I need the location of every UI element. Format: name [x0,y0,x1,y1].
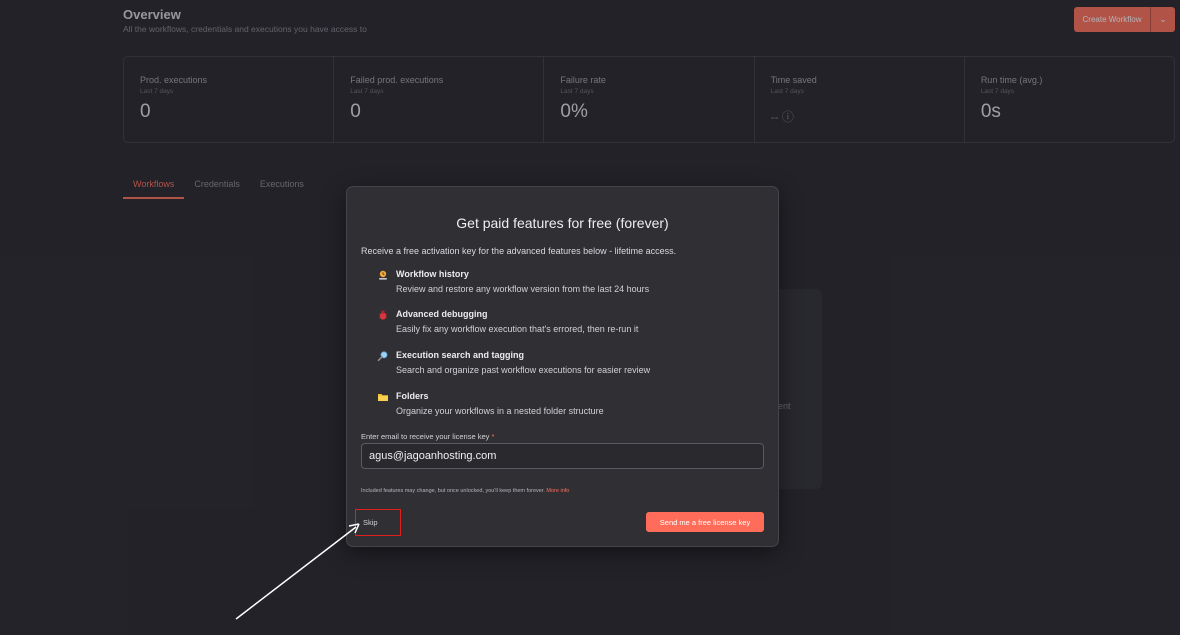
modal-intro: Receive a free activation key for the ad… [361,246,677,256]
feature-description: Easily fix any workflow execution that's… [396,324,639,334]
disclaimer: Included features may change, but once u… [361,488,569,494]
modal-title: Get paid features for free (forever) [456,215,669,231]
feature-title: Folders [396,391,429,401]
more-info-link[interactable]: More info [546,488,569,494]
feature-description: Search and organize past workflow execut… [396,365,651,375]
feature-title: Advanced debugging [396,309,488,319]
email-label: Enter email to receive your license key … [361,432,494,441]
required-marker: * [491,432,495,441]
feature-title: Execution search and tagging [396,350,525,360]
magnifier-icon [377,351,388,362]
feature-title: Workflow history [396,269,469,279]
folder-icon [378,394,388,401]
history-icon [379,270,387,280]
bug-icon [378,310,388,320]
disclaimer-text: Included features may change, but once u… [361,488,545,494]
email-label-text: Enter email to receive your license key [361,432,490,441]
send-license-key-button[interactable]: Send me a free license key [646,512,764,532]
feature-description: Organize your workflows in a nested fold… [396,406,604,416]
email-field[interactable] [361,443,764,469]
license-modal: Get paid features for free (forever) Rec… [346,186,779,547]
skip-button[interactable]: Skip [355,509,401,536]
feature-description: Review and restore any workflow version … [396,284,650,294]
